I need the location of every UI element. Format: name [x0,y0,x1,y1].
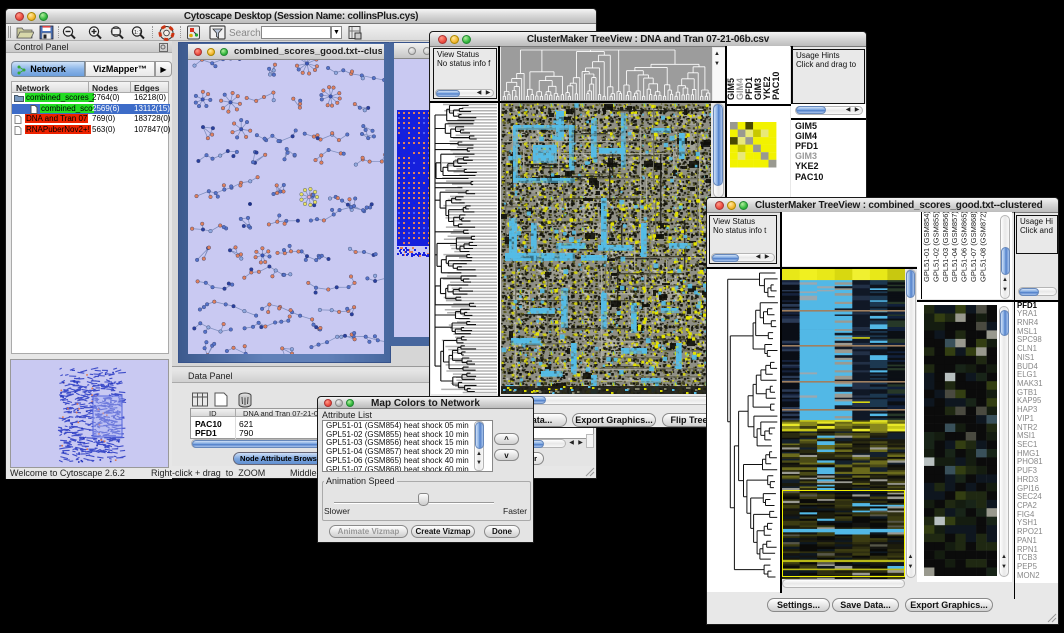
svg-text:PAC10: PAC10 [771,72,781,100]
svg-text:GPL51-08 (GSM872): GPL51-08 (GSM872) [978,212,987,282]
svg-text:GPL51-03 (GSM856): GPL51-03 (GSM856) [941,212,950,282]
svg-text:GPL51-01 (GSM854): GPL51-01 (GSM854) [922,212,931,282]
svg-text:GPL51-02 (GSM855): GPL51-02 (GSM855) [931,212,940,282]
svg-text:GPL51-07 (GSM868): GPL51-07 (GSM868) [969,212,978,282]
svg-text:GPL51-06 (GSM865): GPL51-06 (GSM865) [960,212,969,282]
svg-text:1:1: 1:1 [134,30,142,36]
svg-text:GPL51-04 (GSM857): GPL51-04 (GSM857) [950,212,959,282]
